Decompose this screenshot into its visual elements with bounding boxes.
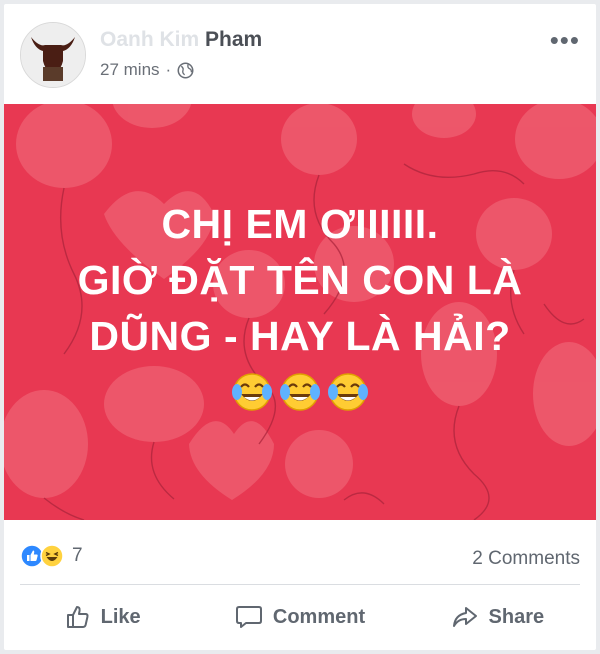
globe-icon [177,62,194,78]
author-name[interactable]: Oanh Kim Pham [100,28,262,52]
haha-reaction-icon [40,544,64,568]
reaction-summary[interactable]: 7 [20,544,83,568]
author-avatar[interactable] [20,22,86,88]
comment-icon [235,606,262,628]
thumbs-up-icon [66,606,89,628]
post-banner: CHỊ EM ƠIIIIII. GIỜ ĐẶT TÊN CON LÀ DŨNG … [4,104,596,520]
post-stats: 7 2 Comments [4,520,596,584]
banner-text: CHỊ EM ƠIIIIII. GIỜ ĐẶT TÊN CON LÀ DŨNG … [4,196,596,364]
post-header: Oanh Kim Pham 27 mins · ••• [4,4,596,104]
meta-separator: · [165,60,172,79]
comments-count-link[interactable]: 2 Comments [472,548,580,570]
banner-line-1: CHỊ EM ƠIIIIII. [161,201,439,247]
like-label: Like [100,605,141,628]
tears-of-joy-emoji-icon [280,373,320,411]
post-meta: 27 mins · [100,60,194,80]
share-label: Share [488,605,545,628]
more-options-icon[interactable]: ••• [550,27,580,53]
comment-button[interactable]: Comment [201,588,398,646]
bull-avatar-icon [21,23,85,87]
emoji-row [4,370,596,414]
post-time[interactable]: 27 mins [100,60,160,80]
stats-divider [20,584,580,585]
comment-label: Comment [272,605,366,628]
tears-of-joy-emoji-icon [328,373,368,411]
share-arrow-icon [452,607,477,627]
banner-line-2: GIỜ ĐẶT TÊN CON LÀ [77,257,523,303]
post-actions: Like Comment Share [4,588,596,646]
banner-line-3: DŨNG - HAY LÀ HẢI? [89,313,511,359]
author-name-faded: Oanh Kim [100,28,206,51]
post-card: Oanh Kim Pham 27 mins · ••• CHỊ EM ƠIIII… [4,4,596,650]
share-button[interactable]: Share [399,588,596,646]
reaction-count: 7 [72,545,83,566]
tears-of-joy-emoji-icon [232,373,272,411]
author-name-visible: Pham [205,28,263,51]
like-button[interactable]: Like [4,588,201,646]
